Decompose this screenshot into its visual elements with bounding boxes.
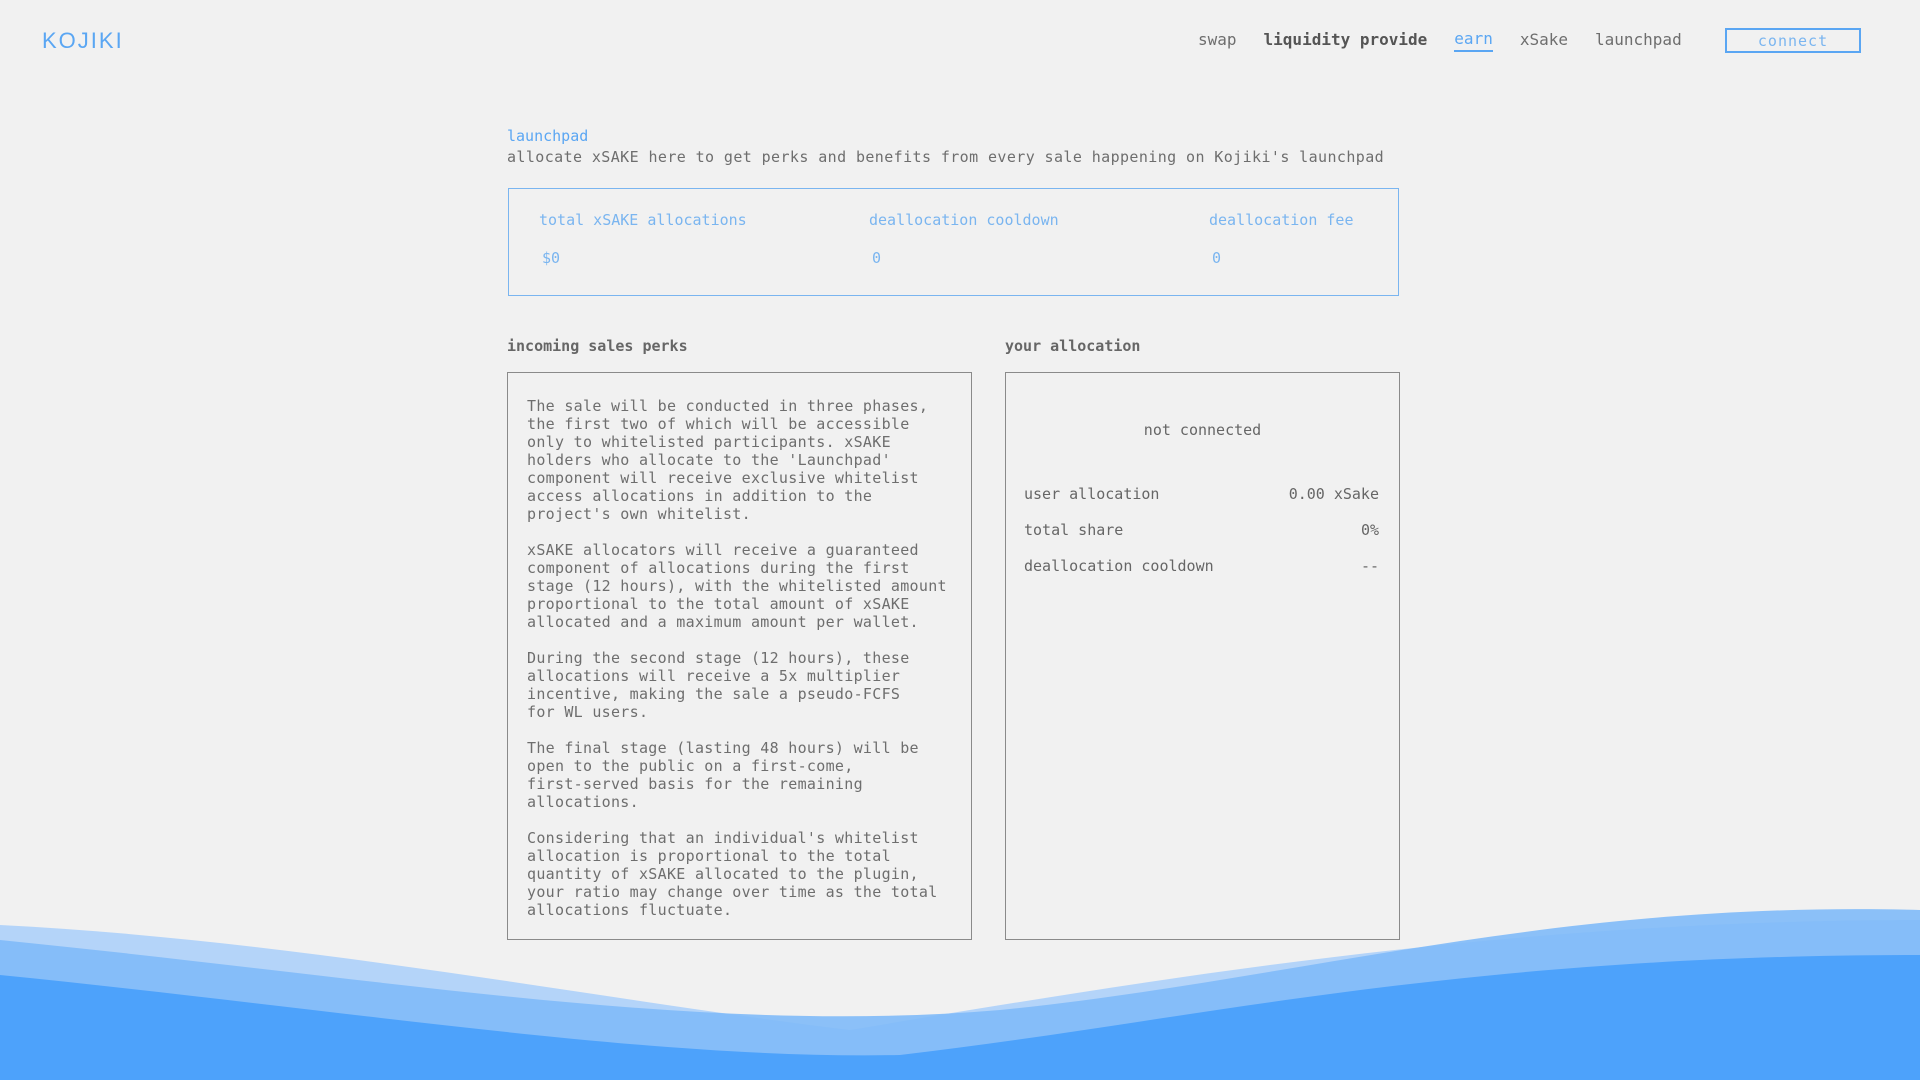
stat-deallocation-fee: deallocation fee 0 bbox=[1209, 211, 1354, 267]
row-value: -- bbox=[1360, 557, 1379, 575]
perks-title: incoming sales perks bbox=[507, 337, 688, 355]
launchpad-page: KOJIKI swap liquidity provide earn xSake… bbox=[0, 0, 1920, 1080]
perks-panel: The sale will be conducted in three phas… bbox=[507, 372, 972, 940]
perks-paragraph: During the second stage (12 hours), thes… bbox=[527, 649, 910, 721]
nav-xsake[interactable]: xSake bbox=[1520, 29, 1568, 51]
main-nav: swap liquidity provide earn xSake launch… bbox=[1198, 28, 1709, 52]
allocation-row-cooldown: deallocation cooldown -- bbox=[1024, 557, 1379, 575]
row-label: deallocation cooldown bbox=[1024, 557, 1214, 575]
nav-earn[interactable]: earn bbox=[1454, 28, 1493, 52]
allocation-panel: not connected user allocation 0.00 xSake… bbox=[1005, 372, 1400, 940]
row-label: user allocation bbox=[1024, 485, 1160, 503]
perks-paragraph: The sale will be conducted in three phas… bbox=[527, 397, 929, 523]
allocation-row-user: user allocation 0.00 xSake bbox=[1024, 485, 1379, 503]
stat-label: deallocation cooldown bbox=[869, 211, 1059, 229]
kojiki-logo[interactable]: KOJIKI bbox=[42, 28, 124, 54]
perks-paragraph: The final stage (lasting 48 hours) will … bbox=[527, 739, 919, 811]
stat-deallocation-cooldown: deallocation cooldown 0 bbox=[869, 211, 1059, 267]
stat-label: deallocation fee bbox=[1209, 211, 1354, 229]
stat-value: 0 bbox=[872, 249, 882, 267]
row-value: 0.00 xSake bbox=[1288, 485, 1379, 503]
decorative-waves bbox=[0, 909, 1920, 1080]
stat-value: $0 bbox=[542, 249, 561, 267]
nav-swap[interactable]: swap bbox=[1198, 29, 1237, 51]
nav-liquidity-provide[interactable]: liquidity provide bbox=[1264, 29, 1428, 51]
allocation-title: your allocation bbox=[1005, 337, 1141, 355]
perks-paragraph: xSAKE allocators will receive a guarante… bbox=[527, 541, 947, 631]
row-label: total share bbox=[1024, 521, 1124, 539]
section-description: allocate xSAKE here to get perks and ben… bbox=[507, 148, 1385, 166]
stats-box: total xSAKE allocations $0 deallocation … bbox=[508, 188, 1399, 296]
stat-total-allocations: total xSAKE allocations $0 bbox=[539, 211, 747, 267]
allocation-row-share: total share 0% bbox=[1024, 521, 1379, 539]
nav-launchpad[interactable]: launchpad bbox=[1595, 29, 1682, 51]
section-tag: launchpad bbox=[507, 127, 589, 145]
row-value: 0% bbox=[1360, 521, 1379, 539]
connect-button[interactable]: connect bbox=[1725, 28, 1861, 53]
stat-value: 0 bbox=[1212, 249, 1222, 267]
stat-label: total xSAKE allocations bbox=[539, 211, 747, 229]
connection-status: not connected bbox=[1143, 421, 1262, 439]
